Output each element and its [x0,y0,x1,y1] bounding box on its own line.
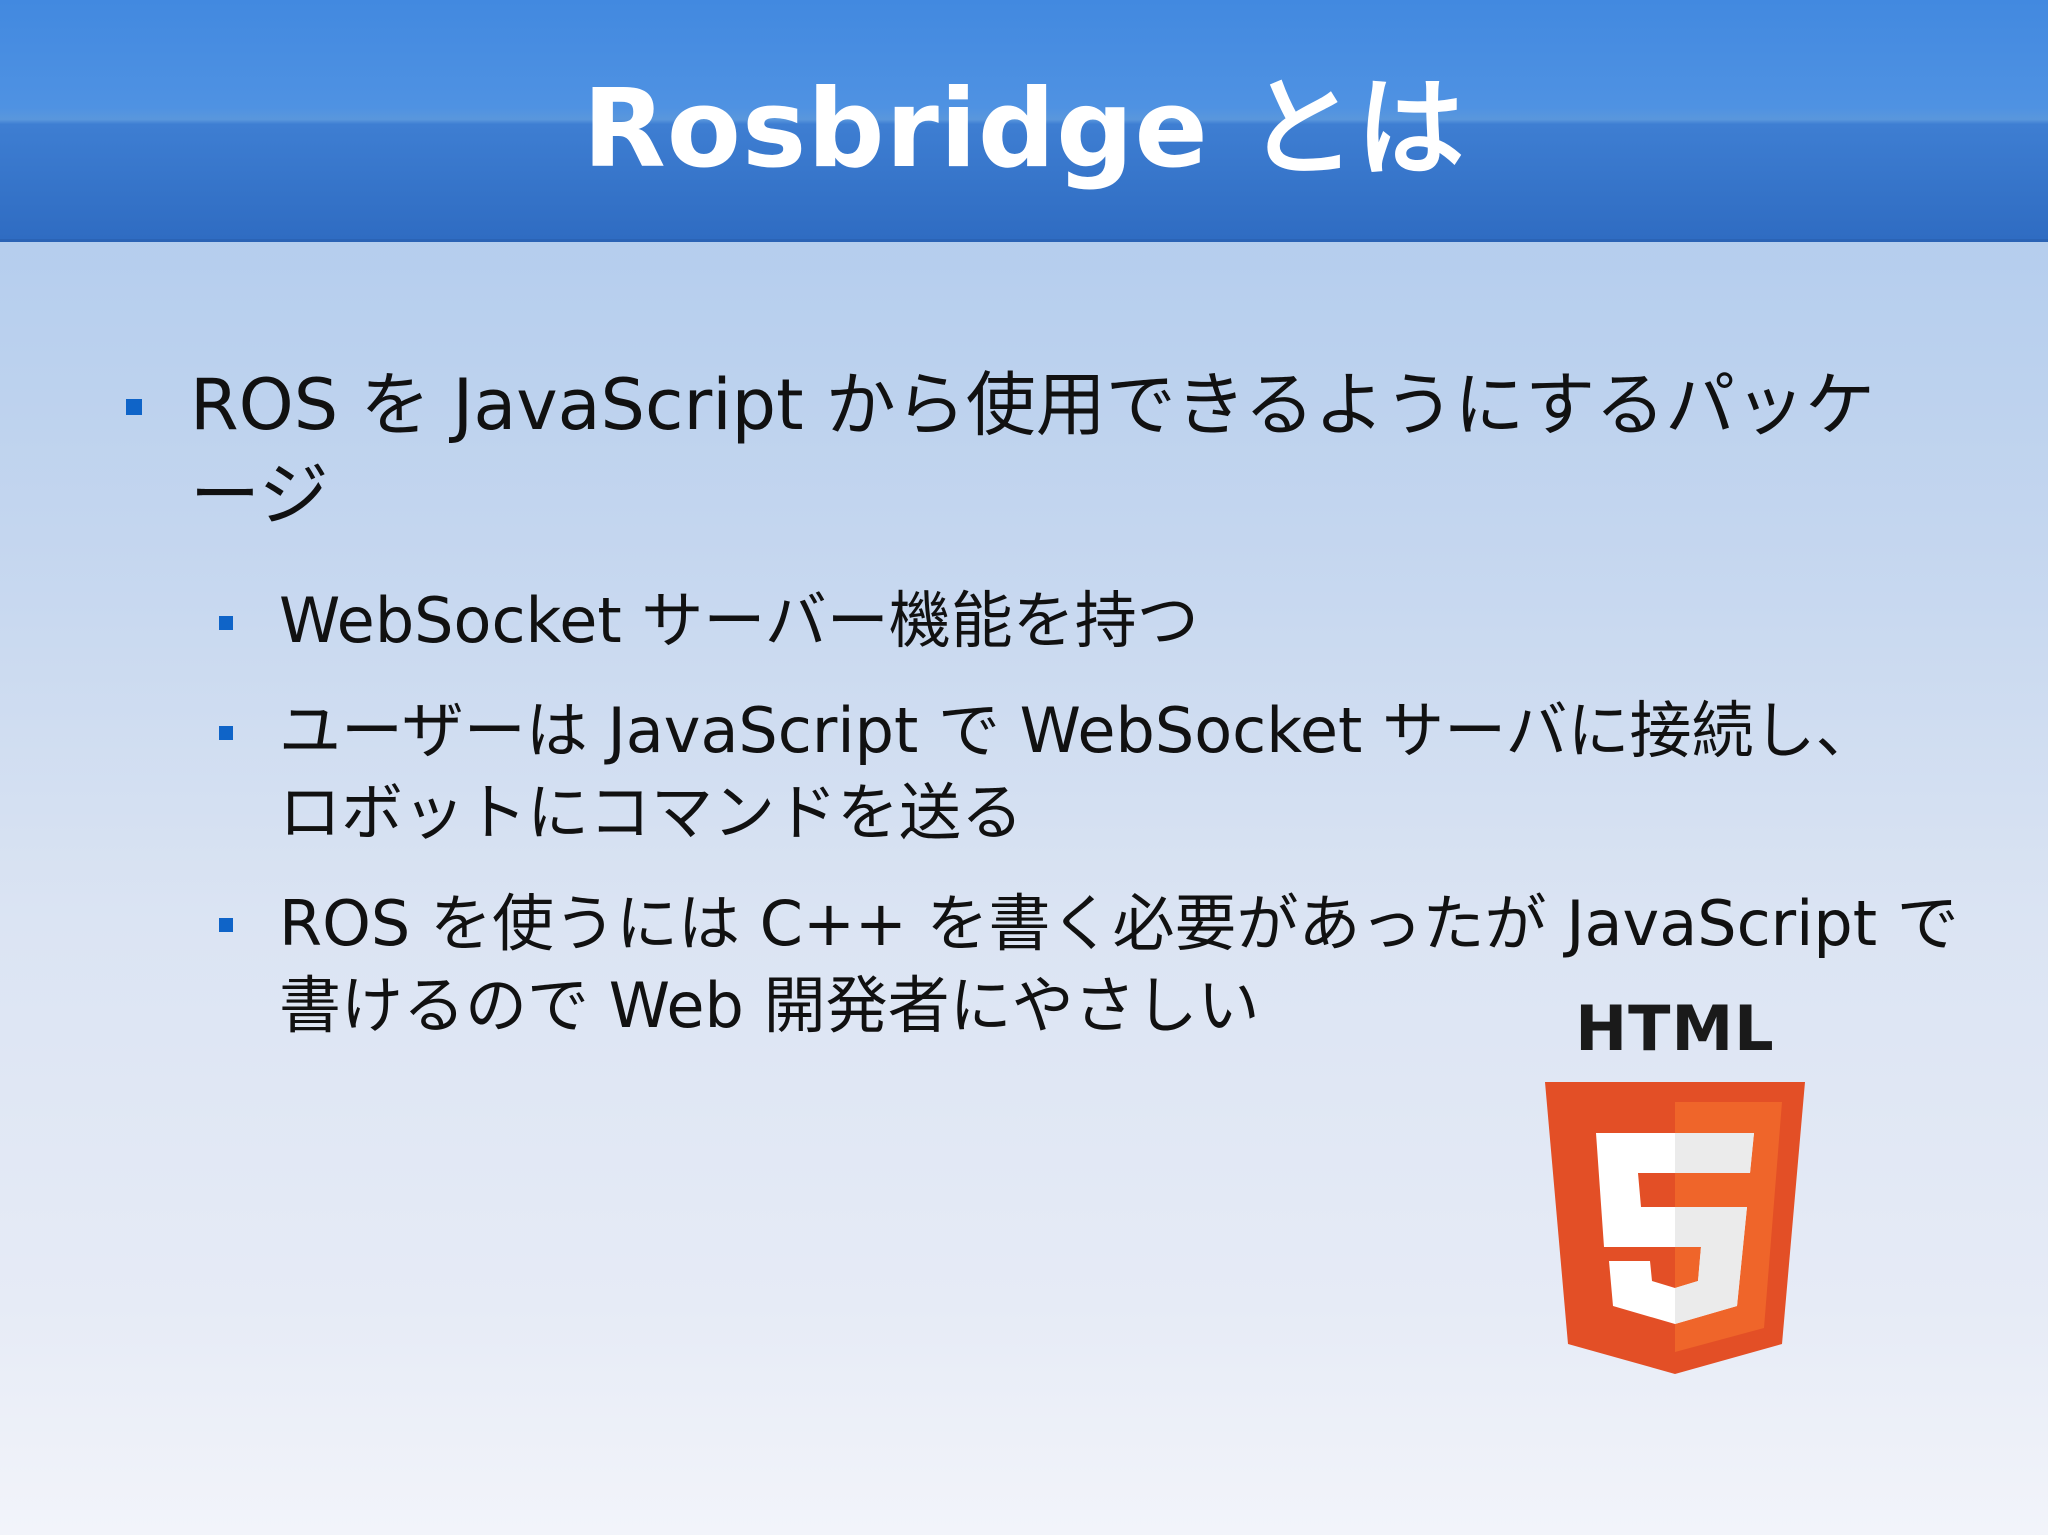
html5-logo-icon: HTML [1545,1000,1805,1374]
bullet-item-1: ROS を JavaScript から使用できるようにするパッケージ [190,364,1876,536]
slide-content: ROS を JavaScript から使用できるようにするパッケージ WebSo… [0,0,2048,1535]
bullet-marker [219,616,233,630]
bullet-marker [219,918,233,932]
html-logo-text: HTML [1575,1000,1774,1065]
sub-bullet-item-2: ユーザーは JavaScript で WebSocket サーバに接続し、ロボッ… [279,694,1878,849]
bullet-marker [219,726,233,740]
sub-bullet-item-1: WebSocket サーバー機能を持つ [279,584,1199,657]
bullet-marker [126,399,142,415]
